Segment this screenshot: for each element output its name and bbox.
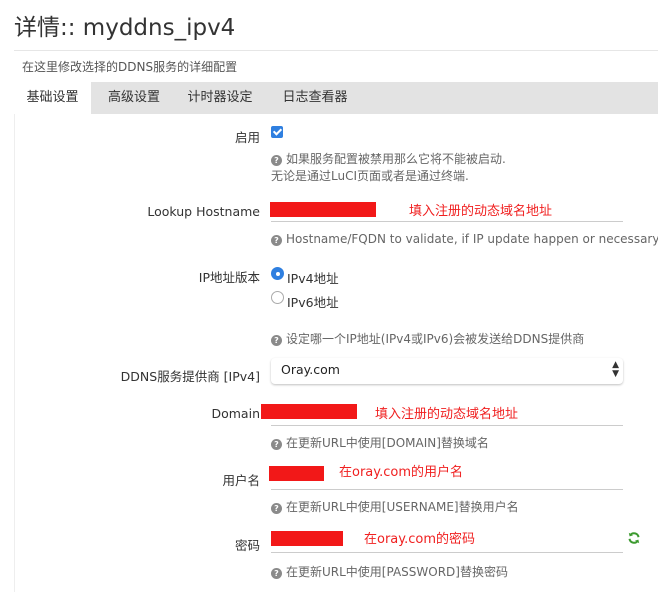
ip-version-help: ? 设定哪一个IP地址(IPv4或IPv6)会被发送给DDNS提供商 [271,331,584,348]
password-help-text: 在更新URL中使用[PASSWORD]替换密码 [286,565,508,579]
redaction-mark [261,404,357,419]
lookup-hostname-annotation: 填入注册的动态域名地址 [409,204,553,219]
tab-bar: 基础设置 高级设置 计时器设定 日志查看器 [14,82,658,115]
username-label: 用户名 [222,473,260,488]
enable-help-line1: 如果服务配置被禁用那么它将不能被启动. [286,152,506,166]
domain-label: Domain [211,406,260,421]
password-help: ? 在更新URL中使用[PASSWORD]替换密码 [271,564,508,581]
username-annotation: 在oray.com的用户名 [339,465,464,480]
domain-help: ? 在更新URL中使用[DOMAIN]替换域名 [271,435,489,452]
provider-select-value: Oray.com [281,362,340,377]
title-divider [14,50,658,51]
enable-help-line2: 无论是通过LuCI页面或者是通过终端. [271,169,469,183]
page-description: 在这里修改选择的DDNS服务的详细配置 [22,60,238,74]
question-circle-icon: ? [271,568,282,579]
redaction-mark [270,202,376,217]
question-circle-icon: ? [271,235,282,246]
enable-help: ? 如果服务配置被禁用那么它将不能被启动. 无论是通过LuCI页面或者是通过终端. [271,151,506,185]
tab-advanced-settings[interactable]: 高级设置 [98,82,170,114]
redaction-mark [271,531,343,546]
lookup-hostname-help-text: Hostname/FQDN to validate, if IP update … [286,232,658,246]
ddns-detail-page: 详情:: myddns_ipv4 在这里修改选择的DDNS服务的详细配置 基础设… [0,0,658,592]
ip-version-label: IP地址版本 [198,270,260,285]
ip-version-help-text: 设定哪一个IP地址(IPv4或IPv6)会被发送给DDNS提供商 [286,332,585,346]
tab-log-viewer[interactable]: 日志查看器 [273,82,357,114]
domain-help-text: 在更新URL中使用[DOMAIN]替换域名 [286,436,489,450]
lookup-hostname-help: ? Hostname/FQDN to validate, if IP update… [271,231,658,248]
page-title: 详情:: myddns_ipv4 [14,15,236,41]
redaction-mark [269,466,324,481]
password-annotation: 在oray.com的密码 [364,532,476,547]
tab-timer-settings[interactable]: 计时器设定 [178,82,262,114]
tab-panel-basic [14,114,658,592]
question-circle-icon: ? [271,155,282,166]
provider-label: DDNS服务提供商 [IPv4] [120,369,260,384]
ipv4-radio-label[interactable]: IPv4地址 [287,268,339,287]
question-circle-icon: ? [271,503,282,514]
enable-checkbox[interactable] [271,126,283,138]
ipv4-radio[interactable] [271,267,284,280]
sort-arrows-icon: ▲ ▼ [612,360,619,379]
enable-label: 启用 [234,130,260,145]
username-help: ? 在更新URL中使用[USERNAME]替换用户名 [271,499,519,516]
ipv6-radio-label[interactable]: IPv6地址 [287,292,339,311]
question-circle-icon: ? [271,439,282,450]
question-circle-icon: ? [271,335,282,346]
username-help-text: 在更新URL中使用[USERNAME]替换用户名 [286,500,519,514]
ipv6-radio[interactable] [271,291,284,304]
password-label: 密码 [234,538,260,553]
refresh-icon[interactable] [627,531,641,545]
tab-basic-settings[interactable]: 基础设置 [14,82,91,115]
provider-select[interactable]: Oray.com ▲ ▼ [271,358,623,384]
domain-annotation: 填入注册的动态域名地址 [375,407,519,422]
lookup-hostname-label: Lookup Hostname [147,204,260,219]
